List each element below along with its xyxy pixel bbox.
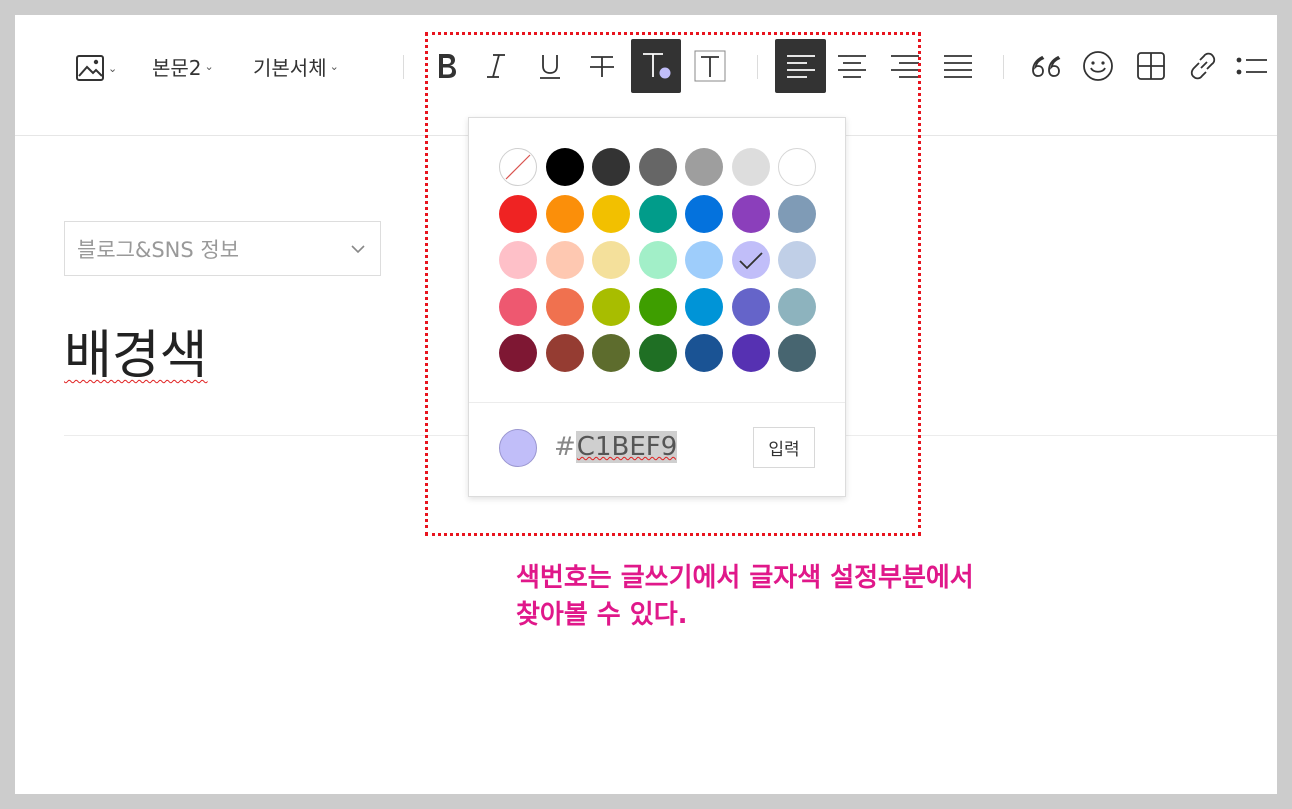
text-color-button[interactable] bbox=[631, 39, 681, 93]
color-swatch[interactable] bbox=[731, 334, 770, 372]
quote-button[interactable] bbox=[1021, 39, 1071, 93]
color-swatch[interactable] bbox=[778, 148, 816, 186]
selected-color-preview bbox=[499, 429, 537, 467]
chevron-down-icon bbox=[351, 244, 365, 253]
hex-hash-label: # bbox=[554, 432, 576, 462]
annotation-line-1: 색번호는 글쓰기에서 글자색 설정부분에서 bbox=[516, 563, 974, 593]
no-color-slash-icon bbox=[505, 154, 531, 180]
category-select[interactable]: 블로그&SNS 정보 bbox=[64, 221, 381, 276]
toolbar-separator bbox=[757, 55, 758, 79]
category-select-label: 블로그&SNS 정보 bbox=[77, 237, 240, 262]
table-button[interactable] bbox=[1126, 39, 1176, 93]
paragraph-style-dropdown[interactable]: 본문2 ⌄ bbox=[152, 51, 214, 81]
bold-icon bbox=[439, 54, 456, 78]
color-swatch[interactable] bbox=[778, 241, 816, 279]
font-family-label: 기본서체 bbox=[253, 55, 327, 80]
strikethrough-icon bbox=[590, 56, 614, 77]
hex-input-group: # bbox=[554, 431, 677, 463]
color-swatch[interactable] bbox=[545, 194, 584, 233]
color-swatch[interactable] bbox=[685, 194, 723, 233]
color-swatch[interactable] bbox=[685, 334, 723, 372]
bullet-list-button[interactable] bbox=[1231, 39, 1271, 93]
color-swatch[interactable] bbox=[638, 334, 677, 372]
color-swatch[interactable] bbox=[592, 287, 630, 326]
bold-button[interactable] bbox=[422, 39, 472, 93]
color-swatch[interactable] bbox=[638, 194, 677, 233]
sticker-button[interactable] bbox=[1073, 39, 1123, 93]
table-icon bbox=[1137, 52, 1165, 80]
color-swatch[interactable] bbox=[592, 194, 630, 233]
color-swatch[interactable] bbox=[778, 287, 816, 326]
color-swatch[interactable] bbox=[685, 148, 723, 186]
image-icon bbox=[76, 55, 104, 81]
background-color-icon bbox=[694, 50, 726, 82]
color-palette-popup: # 입력 bbox=[468, 117, 846, 497]
color-swatch[interactable] bbox=[545, 334, 584, 372]
color-swatch[interactable] bbox=[685, 287, 723, 326]
text-color-icon bbox=[643, 53, 671, 79]
align-center-button[interactable] bbox=[827, 39, 877, 93]
color-swatch[interactable] bbox=[638, 287, 677, 326]
link-button[interactable] bbox=[1178, 39, 1228, 93]
color-swatch[interactable] bbox=[778, 194, 816, 233]
color-swatch[interactable] bbox=[685, 241, 723, 279]
align-left-icon bbox=[786, 55, 815, 78]
align-justify-button[interactable] bbox=[933, 39, 983, 93]
annotation-line-2: 찾아볼 수 있다. bbox=[516, 600, 688, 630]
color-swatch[interactable] bbox=[778, 334, 816, 372]
check-icon bbox=[738, 252, 763, 270]
insert-image-button[interactable]: ⌄ bbox=[75, 53, 117, 83]
toolbar-separator bbox=[1003, 55, 1004, 79]
document-title[interactable]: 배경색 bbox=[64, 313, 208, 388]
editor-canvas: ⌄ 본문2 ⌄ 기본서체 ⌄ 블로그&SNS 정보 배경색 # C1BEF9 입… bbox=[15, 15, 1277, 794]
background-color-button[interactable] bbox=[685, 39, 735, 93]
italic-button[interactable] bbox=[471, 39, 521, 93]
color-swatch[interactable] bbox=[731, 194, 770, 233]
chevron-down-icon: ⌄ bbox=[329, 59, 339, 73]
color-swatch[interactable] bbox=[499, 241, 537, 279]
link-icon bbox=[1190, 52, 1216, 80]
chevron-down-icon: ⌄ bbox=[108, 61, 118, 75]
color-swatch[interactable] bbox=[638, 241, 677, 279]
quote-icon bbox=[1032, 55, 1061, 77]
color-swatch[interactable] bbox=[731, 148, 770, 186]
color-swatch[interactable] bbox=[499, 334, 537, 372]
paragraph-style-label: 본문2 bbox=[152, 55, 202, 80]
align-justify-icon bbox=[944, 55, 972, 78]
color-swatch[interactable] bbox=[499, 194, 537, 233]
underline-icon bbox=[540, 55, 560, 79]
align-right-button[interactable] bbox=[880, 39, 930, 93]
align-center-icon bbox=[838, 55, 866, 78]
italic-icon bbox=[487, 54, 505, 78]
no-color-swatch[interactable] bbox=[499, 148, 537, 186]
apply-color-button[interactable]: 입력 bbox=[753, 427, 815, 468]
font-family-dropdown[interactable]: 기본서체 ⌄ bbox=[253, 51, 339, 81]
text-color-marker bbox=[659, 67, 671, 79]
smiley-icon bbox=[1083, 51, 1113, 81]
toolbar-separator bbox=[403, 55, 404, 79]
align-right-icon bbox=[891, 55, 919, 78]
color-swatch[interactable] bbox=[638, 148, 677, 186]
bullet-list-icon bbox=[1236, 57, 1267, 75]
annotation-text: 색번호는 글쓰기에서 글자색 설정부분에서 찾아볼 수 있다. bbox=[516, 560, 1076, 634]
color-swatch[interactable] bbox=[545, 241, 584, 279]
color-swatch[interactable] bbox=[592, 334, 630, 372]
color-swatch-selected[interactable] bbox=[731, 241, 770, 279]
color-swatch[interactable] bbox=[731, 287, 770, 326]
color-swatch[interactable] bbox=[592, 241, 630, 279]
hex-color-input[interactable] bbox=[575, 431, 677, 463]
color-swatch[interactable] bbox=[545, 287, 584, 326]
palette-divider bbox=[469, 402, 845, 403]
chevron-down-icon: ⌄ bbox=[204, 59, 214, 73]
color-swatch[interactable] bbox=[545, 148, 584, 186]
color-swatch[interactable] bbox=[592, 148, 630, 186]
align-left-button[interactable] bbox=[775, 39, 826, 93]
underline-button[interactable] bbox=[525, 39, 575, 93]
color-swatch[interactable] bbox=[499, 287, 537, 326]
strikethrough-button[interactable] bbox=[577, 39, 627, 93]
